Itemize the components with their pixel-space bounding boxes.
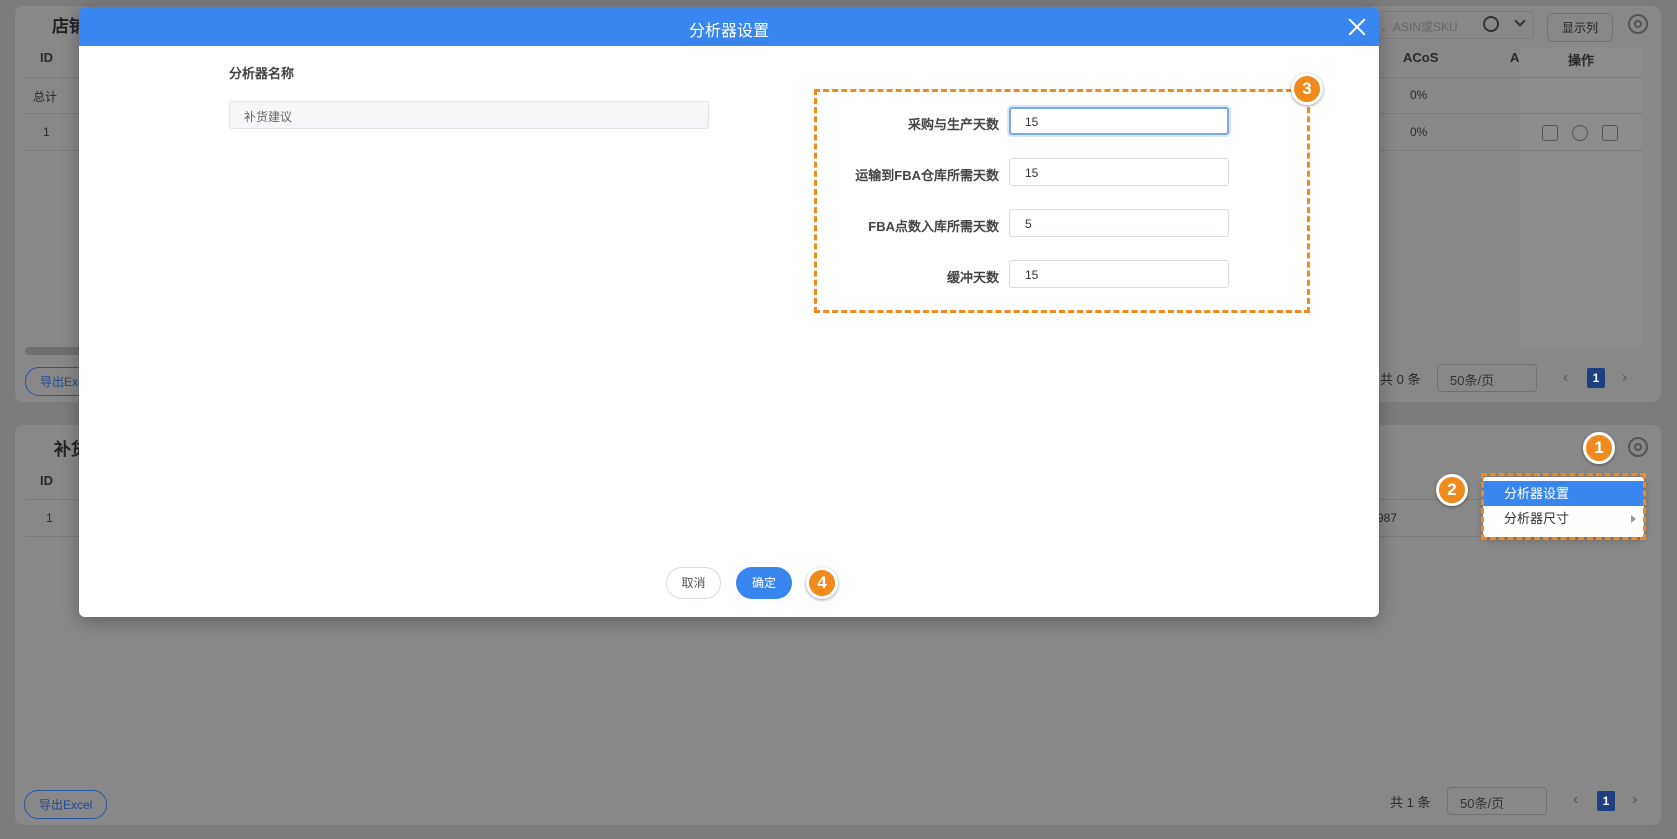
- columns-button[interactable]: 显示列: [1547, 13, 1614, 42]
- cancel-button[interactable]: 取消: [666, 567, 721, 599]
- annotation-badge-2: 2: [1436, 474, 1468, 506]
- total-count-bottom: 共 1 条: [1390, 795, 1431, 810]
- column-operations: 操作: [1568, 53, 1595, 68]
- page-size-select-top[interactable]: 50条/页: [1437, 364, 1537, 392]
- annotation-box-fields: [814, 89, 1310, 313]
- row-1-acos: 0%: [1410, 125, 1428, 139]
- horizontal-scrollbar[interactable]: [25, 347, 85, 355]
- page-size-select-bottom[interactable]: 50条/页: [1447, 787, 1547, 815]
- dialog-header: 分析器设置: [79, 7, 1379, 46]
- hierarchy-icon[interactable]: [1542, 125, 1558, 141]
- confirm-button[interactable]: 确定: [736, 567, 792, 599]
- operations-column: [1520, 48, 1642, 348]
- prev-page-icon[interactable]: ‹: [1573, 791, 1578, 809]
- annotation-box-menu: [1481, 473, 1646, 540]
- compare-icon[interactable]: [1572, 125, 1588, 141]
- column-id: ID: [40, 50, 53, 65]
- column-a: A: [1510, 50, 1520, 65]
- close-icon[interactable]: [1347, 17, 1367, 37]
- search-input[interactable]: 、ASIN或SKU: [1370, 11, 1534, 39]
- next-page-icon[interactable]: ›: [1632, 791, 1637, 809]
- expand-icon[interactable]: [1602, 125, 1618, 141]
- annotation-badge-4: 4: [806, 567, 838, 599]
- row-total-acos: 0%: [1410, 88, 1428, 102]
- dialog-title: 分析器设置: [688, 23, 769, 40]
- search-icon[interactable]: [1483, 16, 1499, 32]
- column-id-bottom: ID: [40, 473, 53, 488]
- row-total-id: 总计: [33, 90, 58, 104]
- row-1-id: 1: [43, 125, 50, 139]
- next-page-icon[interactable]: ›: [1622, 369, 1627, 387]
- top-gear-icon[interactable]: [1628, 14, 1648, 34]
- annotation-badge-3: 3: [1291, 73, 1323, 105]
- column-acos: ACoS: [1403, 50, 1439, 65]
- row-1-id-bottom: 1: [46, 511, 53, 525]
- total-count-top: 共 0 条: [1380, 372, 1421, 387]
- analyzer-settings-dialog: 分析器设置 分析器名称 补货建议 采购与生产天数 15 运输到FBA仓库所需天数…: [79, 7, 1379, 617]
- export-excel-button-bottom[interactable]: 导出Excel: [24, 790, 108, 819]
- annotation-badge-1: 1: [1583, 432, 1615, 464]
- prev-page-icon[interactable]: ‹: [1563, 369, 1568, 387]
- analyzer-name-label: 分析器名称: [229, 66, 295, 81]
- page-number-bottom[interactable]: 1: [1597, 791, 1615, 811]
- page-number-top[interactable]: 1: [1587, 368, 1605, 388]
- bottom-gear-icon[interactable]: [1628, 437, 1648, 457]
